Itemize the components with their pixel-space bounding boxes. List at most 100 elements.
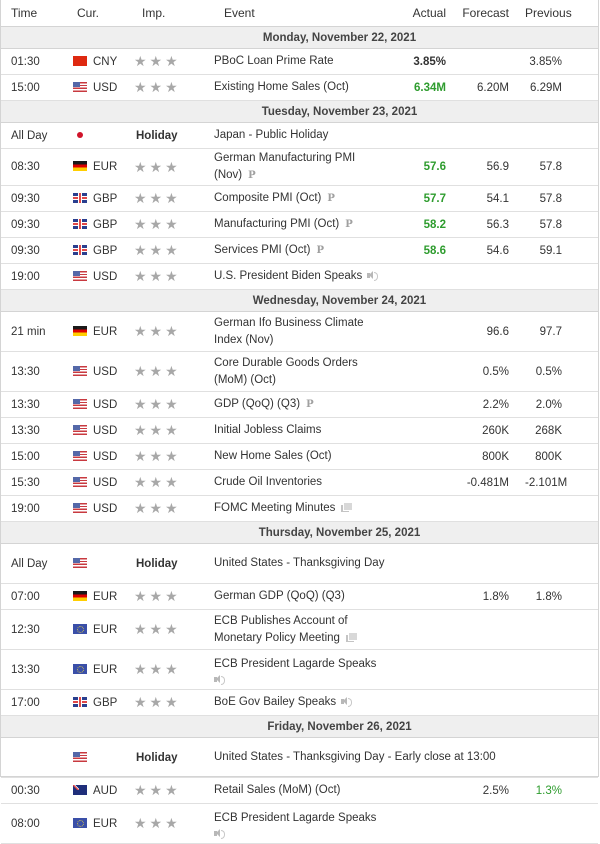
- event-currency-cell: AUD: [67, 777, 132, 804]
- germany-flag-icon: [73, 161, 87, 171]
- event-name[interactable]: ECB President Lagarde Speaks: [214, 812, 376, 824]
- header-event[interactable]: Event: [214, 0, 390, 27]
- event-row[interactable]: 15:30 USD ★★★ Crude Oil Inventories -0.481M -…: [1, 469, 598, 496]
- event-name[interactable]: Core Durable Goods Orders (MoM) (Oct): [214, 357, 358, 386]
- event-name[interactable]: New Home Sales (Oct): [214, 450, 332, 462]
- event-name[interactable]: Retail Sales (MoM) (Oct): [214, 784, 341, 796]
- event-previous: 1.8%: [525, 583, 598, 610]
- event-time: 07:00: [1, 583, 67, 610]
- header-importance[interactable]: Imp.: [132, 0, 214, 27]
- event-row[interactable]: 15:00 USD ★★★ Existing Home Sales (Oct) 6.34…: [1, 74, 598, 101]
- event-row[interactable]: All Day Holiday United States - Thanksgivi…: [1, 543, 598, 584]
- event-actual: [390, 263, 452, 290]
- event-name[interactable]: PBoC Loan Prime Rate: [214, 55, 334, 67]
- importance-stars-icon: ★★★: [134, 53, 181, 69]
- event-name[interactable]: GDP (QoQ) (Q3): [214, 398, 300, 410]
- header-forecast[interactable]: Forecast: [452, 0, 525, 27]
- event-actual: 58.2: [390, 211, 452, 238]
- event-name[interactable]: BoE Gov Bailey Speaks: [214, 696, 336, 708]
- event-name[interactable]: U.S. President Biden Speaks: [214, 270, 362, 282]
- event-row[interactable]: 19:00 USD ★★★ U.S. President Biden Speaks: [1, 263, 598, 290]
- event-name[interactable]: Composite PMI (Oct): [214, 192, 321, 204]
- us-flag-icon: [73, 751, 87, 762]
- event-row[interactable]: 12:30 EUR ★★★ ECB Publishes Account of Mone…: [1, 609, 598, 650]
- event-name[interactable]: Existing Home Sales (Oct): [214, 81, 349, 93]
- currency-code: EUR: [93, 325, 118, 338]
- event-importance-cell: ★★★: [132, 443, 214, 470]
- speaker-wave: [221, 675, 225, 685]
- event-currency-cell: GBP: [67, 185, 132, 212]
- event-name[interactable]: ECB Publishes Account of Monetary Policy…: [214, 615, 348, 644]
- event-forecast: [452, 263, 525, 290]
- event-row[interactable]: 13:30 USD ★★★ Initial Jobless Claims 260K 268…: [1, 417, 598, 444]
- event-row[interactable]: 15:00 USD ★★★ New Home Sales (Oct) 800K 800K: [1, 443, 598, 470]
- table-header-row: Time Cur. Imp. Event Actual Forecast Pre…: [1, 0, 598, 27]
- event-row[interactable]: 13:30 USD ★★★ GDP (QoQ) (Q3) P 2.2% 2.0%: [1, 391, 598, 418]
- event-row[interactable]: 09:30 GBP ★★★ Services PMI (Oct) P 58.6 54.6 59…: [1, 237, 598, 264]
- importance-stars-icon: ★★★: [134, 588, 181, 604]
- event-name[interactable]: United States - Thanksgiving Day - Early…: [214, 751, 496, 763]
- event-row[interactable]: 19:00 USD ★★★ FOMC Meeting Minutes: [1, 495, 598, 522]
- event-name[interactable]: German Manufacturing PMI (Nov): [214, 152, 355, 181]
- event-name[interactable]: Initial Jobless Claims: [214, 424, 321, 436]
- event-name[interactable]: ECB President Lagarde Speaks: [214, 658, 376, 670]
- day-header: Wednesday, November 24, 2021: [1, 289, 598, 312]
- day-header-row: Monday, November 22, 2021: [1, 26, 598, 49]
- header-actual[interactable]: Actual: [390, 0, 452, 27]
- header-currency[interactable]: Cur.: [67, 0, 132, 27]
- event-actual: 3.85%: [390, 48, 452, 75]
- event-time: 15:00: [1, 443, 67, 470]
- event-name[interactable]: German Ifo Business Climate Index (Nov): [214, 317, 364, 346]
- event-row[interactable]: 21 min EUR ★★★ German Ifo Business Climate …: [1, 311, 598, 352]
- event-row[interactable]: 09:30 GBP ★★★ Composite PMI (Oct) P 57.7 54.1 5…: [1, 185, 598, 212]
- event-time: All Day: [1, 122, 67, 149]
- event-name[interactable]: United States - Thanksgiving Day: [214, 557, 384, 569]
- event-row[interactable]: All Day Holiday Japan - Public Holiday: [1, 122, 598, 149]
- event-row[interactable]: 13:30 EUR ★★★ ECB President Lagarde Speaks: [1, 649, 598, 690]
- event-currency-cell: EUR: [67, 649, 132, 690]
- event-row[interactable]: 09:30 GBP ★★★ Manufacturing PMI (Oct) P 58.2 5…: [1, 211, 598, 238]
- event-name-cell: Manufacturing PMI (Oct) P: [214, 211, 390, 238]
- event-row[interactable]: 08:30 EUR ★★★ German Manufacturing PMI (Nov…: [1, 148, 598, 186]
- day-label: Monday, November 22, 2021: [262, 31, 417, 44]
- event-importance-cell: ★★★: [132, 583, 214, 610]
- event-importance-cell: ★★★: [132, 211, 214, 238]
- event-row[interactable]: 08:00 EUR ★★★ ECB President Lagarde Speaks: [1, 803, 598, 844]
- event-row[interactable]: 00:30 AUD ★★★ Retail Sales (MoM) (Oct) 2.5% 1…: [1, 777, 598, 804]
- event-name[interactable]: German GDP (QoQ) (Q3): [214, 590, 345, 602]
- event-name[interactable]: Japan - Public Holiday: [214, 129, 328, 141]
- event-previous: 3.85%: [525, 48, 598, 75]
- event-name[interactable]: Services PMI (Oct): [214, 244, 310, 256]
- event-row[interactable]: 07:00 EUR ★★★ German GDP (QoQ) (Q3) 1.8% 1.8%: [1, 583, 598, 610]
- event-previous: 57.8: [525, 185, 598, 212]
- event-row[interactable]: 01:30 CNY ★★★ PBoC Loan Prime Rate 3.85% 3.85…: [1, 48, 598, 75]
- event-actual: [390, 609, 452, 650]
- event-forecast: 2.5%: [452, 777, 525, 804]
- importance-stars-icon: ★★★: [134, 242, 181, 258]
- header-previous[interactable]: Previous: [525, 0, 598, 27]
- event-row[interactable]: 17:00 GBP ★★★ BoE Gov Bailey Speaks: [1, 689, 598, 716]
- event-currency-cell: CNY: [67, 48, 132, 75]
- event-name[interactable]: FOMC Meeting Minutes: [214, 502, 335, 514]
- event-name[interactable]: Crude Oil Inventories: [214, 476, 322, 488]
- event-currency-cell: [67, 543, 132, 584]
- header-time[interactable]: Time: [1, 0, 67, 27]
- event-row[interactable]: Holiday United States - Thanksgiving Day …: [1, 737, 598, 778]
- us-flag-icon: [73, 81, 87, 92]
- event-forecast: 0.5%: [452, 351, 525, 392]
- event-currency-cell: [67, 737, 132, 778]
- event-name-cell: ECB President Lagarde Speaks: [214, 803, 390, 844]
- currency-code: GBP: [93, 244, 118, 257]
- importance-stars-icon: ★★★: [134, 190, 181, 206]
- event-importance-cell: Holiday: [132, 737, 214, 778]
- importance-stars-icon: ★★★: [134, 500, 181, 516]
- event-name-cell: Core Durable Goods Orders (MoM) (Oct): [214, 351, 390, 392]
- event-importance-cell: ★★★: [132, 495, 214, 522]
- event-forecast: -0.481M: [452, 469, 525, 496]
- eu-flag-icon: [73, 663, 87, 674]
- event-time: 19:00: [1, 263, 67, 290]
- currency-code: USD: [93, 365, 118, 378]
- event-previous: 57.8: [525, 148, 598, 186]
- event-name[interactable]: Manufacturing PMI (Oct): [214, 218, 339, 230]
- event-row[interactable]: 13:30 USD ★★★ Core Durable Goods Orders (Mo…: [1, 351, 598, 392]
